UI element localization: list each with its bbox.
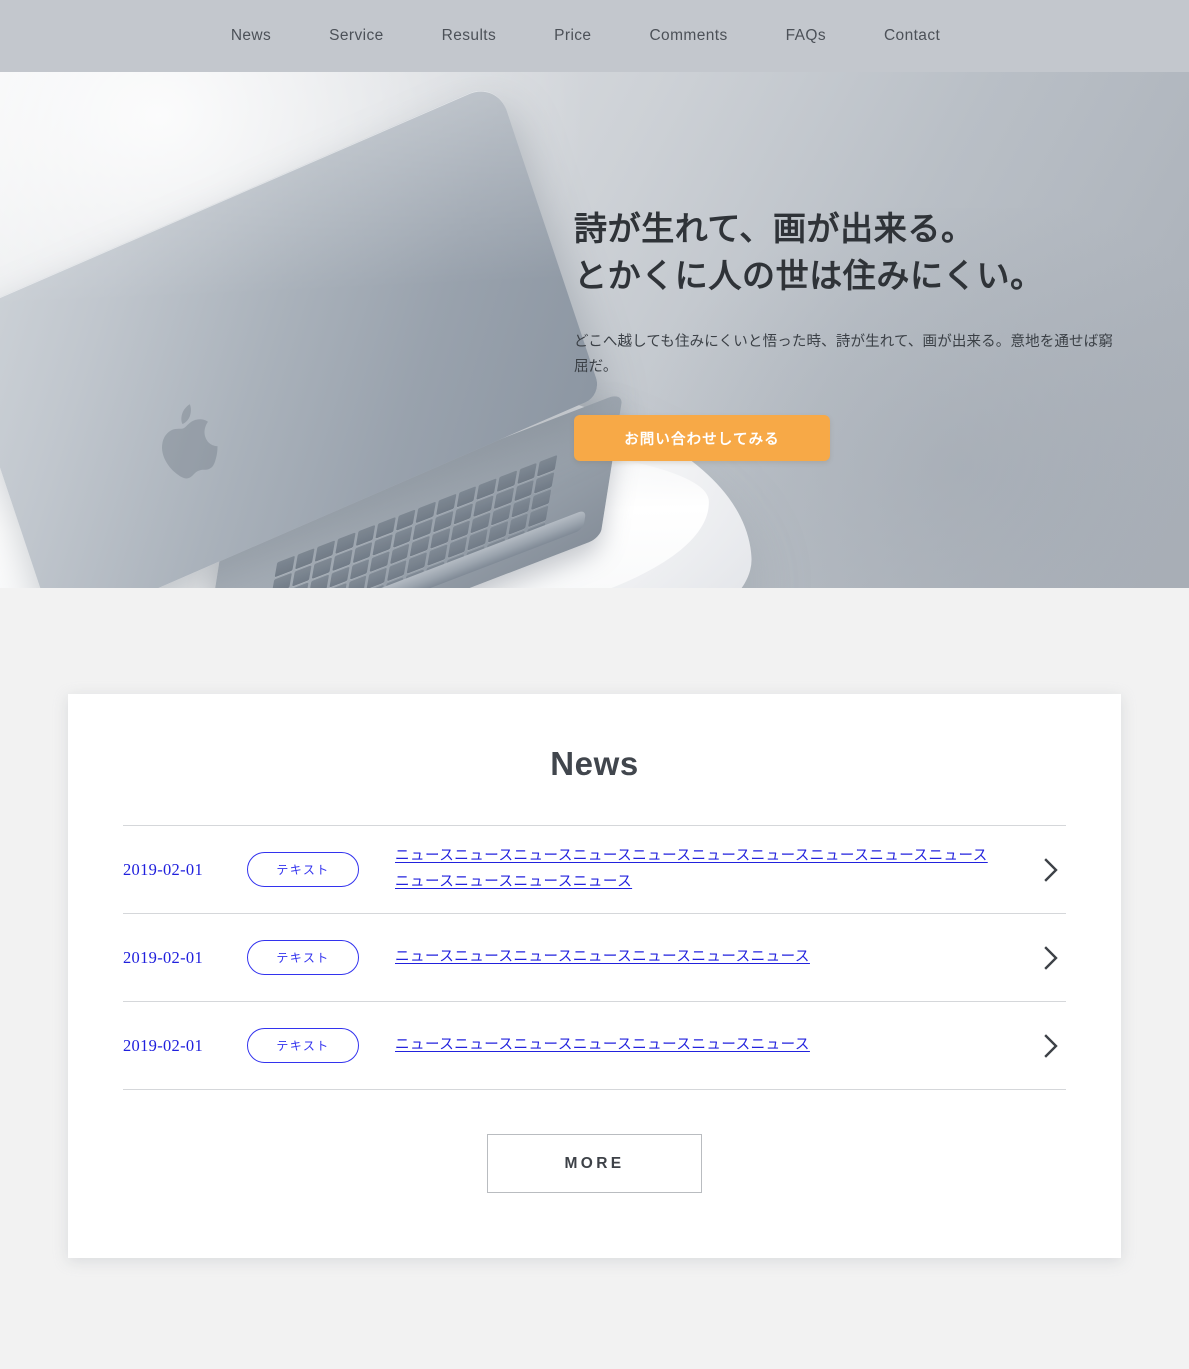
- news-item-link[interactable]: ニュースニュースニュースニュースニュースニュースニュースニュースニュースニュース…: [395, 844, 1036, 896]
- chevron-right-icon: [1036, 1033, 1066, 1058]
- news-item-date: 2019-02-01: [123, 1035, 203, 1055]
- nav-item-news[interactable]: News: [202, 21, 300, 51]
- news-item-badge: テキスト: [247, 940, 359, 975]
- news-list: 2019-02-01 テキスト ニュースニュースニュースニュースニュースニュース…: [123, 825, 1066, 1090]
- site-header: News Service Results Price Comments FAQs…: [0, 0, 1189, 72]
- contact-cta-button[interactable]: お問い合わせしてみる: [574, 415, 830, 462]
- news-card: News 2019-02-01 テキスト ニュースニュースニュースニュースニュー…: [68, 694, 1121, 1258]
- more-button-wrap: MORE: [68, 1134, 1121, 1193]
- hero-title-line-2: とかくに人の世は住みにくい。: [574, 256, 1044, 294]
- news-list-item[interactable]: 2019-02-01 テキスト ニュースニュースニュースニュースニュースニュース…: [123, 914, 1066, 1002]
- chevron-right-icon: [1036, 945, 1066, 970]
- laptop-illustration: [0, 81, 640, 588]
- news-item-link[interactable]: ニュースニュースニュースニュースニュースニュースニュース: [395, 945, 1036, 971]
- nav-item-contact[interactable]: Contact: [855, 21, 969, 51]
- news-list-item[interactable]: 2019-02-01 テキスト ニュースニュースニュースニュースニュースニュース…: [123, 826, 1066, 914]
- hero-title-line-1: 詩が生れて、画が出来る。: [574, 210, 975, 247]
- nav-item-price[interactable]: Price: [525, 21, 620, 51]
- news-item-date: 2019-02-01: [123, 859, 203, 879]
- nav-item-faqs[interactable]: FAQs: [757, 21, 855, 51]
- hero-title: 詩が生れて、画が出来る。 とかくに人の世は住みにくい。: [574, 206, 1134, 300]
- hero-subtext: どこへ越しても住みにくいと悟った時、詩が生れて、画が出来る。意地を通せば窮屈だ。: [574, 333, 1114, 376]
- page-root: { "header": { "nav_items": [ { "label": …: [0, 0, 1189, 1369]
- news-item-link[interactable]: ニュースニュースニュースニュースニュースニュースニュース: [395, 1033, 1036, 1059]
- nav-item-service[interactable]: Service: [300, 21, 412, 51]
- hero-section: 詩が生れて、画が出来る。 とかくに人の世は住みにくい。 どこへ越しても住みにくい…: [0, 72, 1189, 588]
- news-list-item[interactable]: 2019-02-01 テキスト ニュースニュースニュースニュースニュースニュース…: [123, 1002, 1066, 1090]
- chevron-right-icon: [1036, 857, 1066, 882]
- news-section-title: News: [550, 745, 639, 782]
- news-item-badge: テキスト: [247, 852, 359, 887]
- news-item-badge: テキスト: [247, 1028, 359, 1063]
- nav-item-results[interactable]: Results: [413, 21, 525, 51]
- news-item-date: 2019-02-01: [123, 947, 203, 967]
- nav-list: News Service Results Price Comments FAQs…: [202, 21, 969, 51]
- more-button[interactable]: MORE: [487, 1134, 702, 1193]
- hero-copy: 詩が生れて、画が出来る。 とかくに人の世は住みにくい。 どこへ越しても住みにくい…: [574, 206, 1134, 462]
- nav-item-comments[interactable]: Comments: [620, 21, 756, 51]
- primary-navigation: News Service Results Price Comments FAQs…: [211, 21, 978, 51]
